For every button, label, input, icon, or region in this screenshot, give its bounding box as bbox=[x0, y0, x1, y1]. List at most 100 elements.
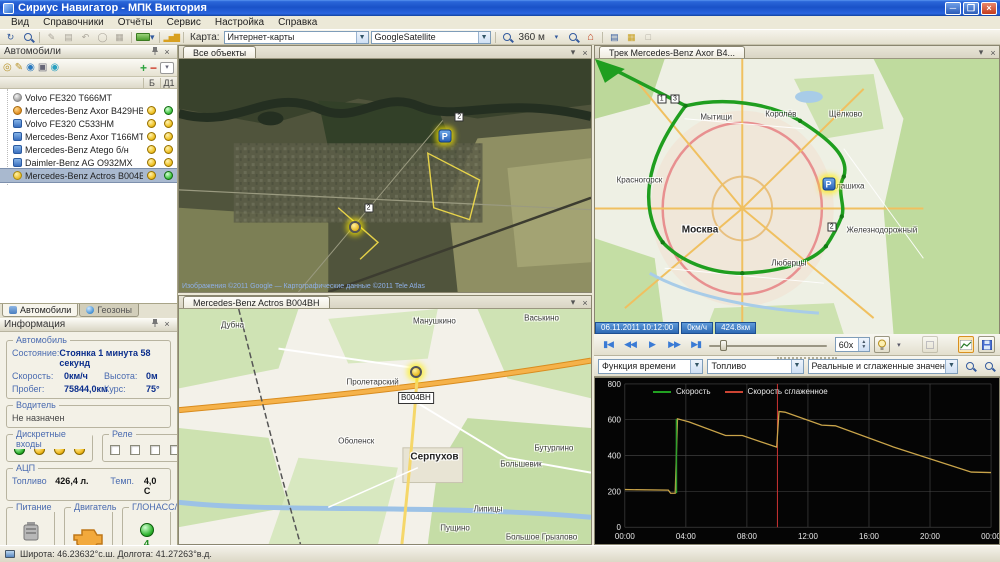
tab-menu-icon[interactable]: ▾ bbox=[567, 297, 579, 308]
maximize-button[interactable]: ❐ bbox=[963, 2, 979, 15]
tab-menu-icon[interactable]: ▾ bbox=[567, 47, 579, 58]
menu-item-settings[interactable]: Настройка bbox=[208, 17, 271, 28]
map-layer-select[interactable]: GoogleSatellite▼ bbox=[371, 31, 491, 44]
globe-icon[interactable]: ◉ bbox=[26, 62, 35, 73]
chevron-down-icon[interactable]: ▼ bbox=[356, 32, 368, 43]
camera-icon[interactable]: ▣ bbox=[38, 62, 47, 73]
tab-geozones[interactable]: Геозоны bbox=[79, 304, 139, 317]
truck-menu-button[interactable]: ▾ bbox=[136, 31, 155, 44]
chevron-down-icon[interactable]: ▼ bbox=[690, 360, 702, 373]
chevron-down-icon[interactable]: ▼ bbox=[478, 32, 490, 43]
vehicle-row[interactable]: Volvo FE320 С533НМ bbox=[0, 117, 177, 130]
menu-item-directories[interactable]: Справочники bbox=[36, 17, 111, 28]
tab-close-icon[interactable]: × bbox=[987, 48, 999, 58]
chart-zoom-out-icon[interactable] bbox=[981, 360, 996, 373]
track-position-slider[interactable] bbox=[709, 338, 827, 352]
chart-function-select[interactable]: Функция времени▼ bbox=[598, 359, 703, 374]
highlight-button[interactable] bbox=[874, 336, 891, 353]
skip-start-button[interactable]: ▮◀ bbox=[599, 339, 617, 350]
tab-track-map[interactable]: Трек Mercedes-Benz Axor В4... bbox=[599, 46, 745, 58]
highlight-caret[interactable]: ▾ bbox=[894, 341, 902, 349]
remove-vehicle-button[interactable]: − bbox=[150, 61, 157, 75]
vertical-splitter[interactable] bbox=[592, 45, 594, 545]
play-button[interactable]: ▶ bbox=[643, 339, 661, 350]
close-panel-icon[interactable]: × bbox=[161, 47, 173, 57]
actros-map[interactable]: ДубнаМанушкиноВаськиноПролетарскийОболен… bbox=[179, 309, 591, 544]
spinner-arrows[interactable]: ▲▼ bbox=[858, 338, 869, 351]
menu-item-service[interactable]: Сервис bbox=[160, 17, 208, 28]
menu-item-help[interactable]: Справка bbox=[271, 17, 324, 28]
report-icon[interactable]: ▤ bbox=[607, 31, 622, 44]
vehicle-row[interactable]: Mercedes-Benz Atego б/н bbox=[0, 143, 177, 156]
web-icon[interactable]: ◉ bbox=[50, 62, 59, 73]
chart-mode-select[interactable]: Реальные и сглаженные значен▼ bbox=[808, 359, 959, 374]
slider-thumb[interactable] bbox=[720, 340, 727, 351]
relay-checkbox-2[interactable] bbox=[130, 445, 140, 455]
search-icon[interactable] bbox=[20, 31, 35, 44]
pin-icon[interactable] bbox=[149, 46, 161, 58]
tab-close-icon[interactable]: × bbox=[579, 48, 591, 58]
layout-menu-button[interactable]: ▾ bbox=[160, 62, 174, 74]
map-marker-badge[interactable]: 1 bbox=[657, 94, 666, 103]
minimize-button[interactable]: ─ bbox=[945, 2, 961, 15]
chevron-down-icon[interactable]: ▼ bbox=[945, 360, 957, 373]
satellite-map[interactable]: Изображения ©2011 Google — Картографичес… bbox=[179, 59, 591, 292]
map-marker-plate[interactable]: В004ВН bbox=[398, 392, 434, 404]
chart-tool-icon[interactable]: ▂▅▇ bbox=[164, 31, 179, 44]
chevron-down-icon[interactable]: ▼ bbox=[791, 360, 803, 373]
map-marker-badge[interactable]: 3 bbox=[670, 94, 679, 103]
tab-vehicles[interactable]: Автомобили bbox=[2, 304, 78, 317]
map-marker-vehicle[interactable] bbox=[410, 366, 422, 378]
money-icon[interactable]: ◎ bbox=[3, 62, 12, 73]
vehicle-row[interactable]: Volvo FE320 Т666МТ bbox=[0, 91, 177, 104]
edit-icon[interactable]: ✎ bbox=[15, 62, 23, 73]
menu-item-reports[interactable]: Отчёты bbox=[111, 17, 160, 28]
refresh-button[interactable]: ↻ bbox=[3, 31, 18, 44]
pin-icon[interactable] bbox=[149, 318, 161, 330]
tab-menu-icon[interactable]: ▾ bbox=[975, 47, 987, 58]
notes-icon[interactable]: ▦ bbox=[624, 31, 639, 44]
add-vehicle-button[interactable]: + bbox=[140, 61, 147, 75]
tab-close-icon[interactable]: × bbox=[579, 298, 591, 308]
tab-all-objects[interactable]: Все объекты bbox=[183, 46, 256, 58]
fuel-chart[interactable]: 00:0004:0008:0012:0016:0020:0000:0002004… bbox=[594, 377, 1000, 545]
menu-item-view[interactable]: Вид bbox=[4, 17, 36, 28]
map-marker-badge[interactable]: 2 bbox=[455, 113, 464, 122]
show-chart-button[interactable] bbox=[958, 336, 975, 353]
relay-checkbox-3[interactable] bbox=[150, 445, 160, 455]
map-marker-vehicle[interactable] bbox=[349, 221, 361, 233]
close-panel-icon[interactable]: × bbox=[161, 319, 173, 329]
zoom-in-icon[interactable] bbox=[566, 31, 581, 44]
map-provider-select[interactable]: Интернет-карты▼ bbox=[224, 31, 369, 44]
skip-end-button[interactable]: ▶▮ bbox=[687, 339, 705, 350]
vehicle-row[interactable]: Daimler-Benz AG О932МХ bbox=[0, 156, 177, 169]
relay-checkbox-4[interactable] bbox=[170, 445, 177, 455]
track-map[interactable]: 06.11.2011 10:12:00 0км/ч 424.8км Мытищи… bbox=[595, 59, 999, 334]
vehicle-row[interactable]: Mercedes-Benz Axor В429НВ bbox=[0, 104, 177, 117]
zoom-out-icon[interactable] bbox=[500, 31, 515, 44]
map-marker-badge[interactable]: 2 bbox=[364, 204, 373, 213]
rewind-button[interactable]: ◀◀ bbox=[621, 339, 639, 350]
chart-zoom-in-icon[interactable] bbox=[962, 360, 977, 373]
undo-icon[interactable]: ↶ bbox=[78, 31, 93, 44]
map-marker-badge[interactable]: 2 bbox=[827, 222, 836, 231]
home-icon[interactable]: ⌂ bbox=[583, 31, 598, 44]
column-b[interactable]: Б bbox=[143, 78, 160, 88]
column-d1[interactable]: Д1 bbox=[160, 78, 177, 88]
zoom-level-caret[interactable]: ▾ bbox=[549, 31, 564, 44]
fast-forward-button[interactable]: ▶▶ bbox=[665, 339, 683, 350]
stop-icon[interactable]: ◯ bbox=[95, 31, 110, 44]
vehicle-row[interactable]: Mercedes-Benz Actros В004ВН bbox=[0, 169, 177, 182]
horizontal-splitter[interactable] bbox=[178, 293, 592, 295]
vehicle-row[interactable]: Mercedes-Benz Axor Т166МТ bbox=[0, 130, 177, 143]
list-icon[interactable]: ▤ bbox=[61, 31, 76, 44]
chart-parameter-select[interactable]: Топливо▼ bbox=[707, 359, 803, 374]
relay-checkbox-1[interactable] bbox=[110, 445, 120, 455]
grid-icon[interactable]: ▦ bbox=[112, 31, 127, 44]
map-marker-p[interactable] bbox=[822, 178, 835, 191]
close-button[interactable]: × bbox=[981, 2, 997, 15]
speed-spinner[interactable]: 60x ▲▼ bbox=[835, 337, 870, 352]
edit-icon[interactable]: ✎ bbox=[44, 31, 59, 44]
map-marker-p[interactable] bbox=[438, 129, 451, 142]
save-button[interactable] bbox=[978, 336, 995, 353]
